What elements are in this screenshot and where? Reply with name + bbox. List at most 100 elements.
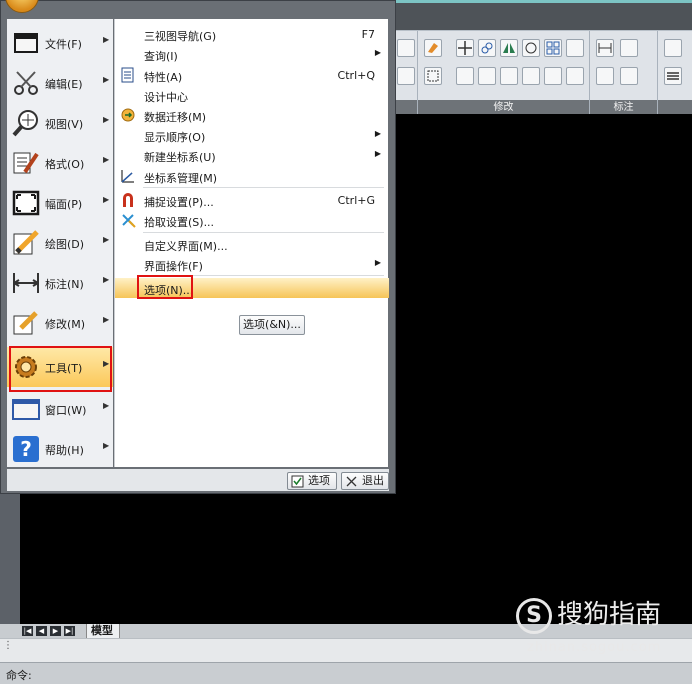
migrate-icon — [120, 107, 136, 123]
grip-icon[interactable]: ⋮ — [3, 641, 13, 651]
mirror-icon[interactable] — [500, 39, 518, 57]
pan-tool-icon[interactable] — [397, 67, 415, 85]
chevron-right-icon: ▶ — [374, 258, 381, 267]
menu-item-view[interactable]: 视图(V) ▶ — [7, 103, 113, 143]
help-icon: ? — [11, 434, 41, 464]
command-line[interactable]: 命令: — [0, 662, 692, 684]
menu-item-modify[interactable]: 修改(M) ▶ — [7, 303, 113, 343]
offset-icon[interactable] — [566, 39, 584, 57]
menu-item-format[interactable]: 格式(O) ▶ — [7, 143, 113, 183]
window-icon — [11, 394, 41, 424]
menu-item-snap-settings[interactable]: 捕捉设置(P)... Ctrl+G — [115, 190, 389, 210]
exit-button[interactable]: 退出 — [341, 472, 389, 490]
scissors-icon — [11, 68, 41, 98]
block-icon[interactable] — [664, 39, 682, 57]
modify-icon — [11, 308, 41, 338]
svg-text:?: ? — [20, 437, 32, 461]
rotate-icon[interactable] — [522, 39, 540, 57]
list-icon[interactable] — [664, 67, 682, 85]
trim-icon[interactable] — [456, 67, 474, 85]
menu-item-edit[interactable]: 编辑(E) ▶ — [7, 63, 113, 103]
zoom-tool-icon[interactable] — [397, 39, 415, 57]
menu-item-draw[interactable]: 绘图(D) ▶ — [7, 223, 113, 263]
zoom-icon — [11, 108, 41, 138]
menu-item-pick-settings[interactable]: 拾取设置(S)... — [115, 210, 389, 230]
next-tab-button[interactable]: ▶ — [50, 626, 61, 636]
dim-style-icon[interactable] — [620, 39, 638, 57]
last-tab-button[interactable]: ▶| — [64, 626, 75, 636]
ribbon-group-label-modify: 修改 — [418, 100, 589, 115]
menu-item-window[interactable]: 窗口(W) ▶ — [7, 389, 113, 429]
application-menu: 文件(F) ▶ 编辑(E) ▶ 视图(V) ▶ 格式(O) ▶ 幅面(P) ▶ 绘图(D)… — [0, 0, 396, 494]
close-icon — [345, 475, 358, 488]
tools-submenu: 三视图导航(G) F7 查询(I) ▶ 特性(A) Ctrl+Q 设计中心 数据迁移(… — [114, 19, 389, 467]
leader-icon[interactable] — [620, 67, 638, 85]
pencil-icon — [11, 228, 41, 258]
menu-item-sheet[interactable]: 幅面(P) ▶ — [7, 183, 113, 223]
array-icon[interactable] — [544, 39, 562, 57]
pick-icon — [120, 212, 136, 228]
menu-separator — [143, 187, 384, 188]
menu-item-properties[interactable]: 特性(A) Ctrl+Q — [115, 65, 389, 85]
chevron-right-icon: ▶ — [374, 149, 381, 158]
ribbon-group-modify: 修改 — [418, 31, 590, 115]
chevron-right-icon: ▶ — [374, 48, 381, 57]
options-button[interactable]: 选项 — [287, 472, 337, 490]
break-icon[interactable] — [500, 67, 518, 85]
ribbon-group-partial — [396, 31, 418, 115]
chevron-right-icon: ▶ — [103, 235, 110, 244]
menu-item-customize-ui[interactable]: 自定义界面(M)... — [115, 234, 389, 254]
menu-item-three-view-nav[interactable]: 三视图导航(G) F7 — [115, 24, 389, 44]
options-highlight-box — [137, 275, 193, 299]
chevron-right-icon: ▶ — [374, 129, 381, 138]
ribbon-group-dimension: 标注 — [590, 31, 658, 115]
ordinate-dim-icon[interactable] — [596, 67, 614, 85]
menu-separator — [143, 232, 384, 233]
fillet-icon[interactable] — [522, 67, 540, 85]
menu-item-help[interactable]: ? 帮助(H) ▶ — [7, 429, 113, 469]
shortcut-label: Ctrl+Q — [337, 69, 375, 82]
move-icon[interactable] — [456, 39, 474, 57]
erase-icon[interactable] — [424, 39, 442, 57]
menu-item-dimension[interactable]: 标注(N) ▶ — [7, 263, 113, 303]
chevron-right-icon: ▶ — [103, 401, 110, 410]
sogou-logo: S — [516, 598, 552, 634]
scale-icon[interactable] — [424, 67, 442, 85]
menu-main-list: 文件(F) ▶ 编辑(E) ▶ 视图(V) ▶ 格式(O) ▶ 幅面(P) ▶ 绘图(D)… — [7, 19, 113, 467]
dimension-icon — [11, 268, 41, 298]
ribbon-group-label-dimension: 标注 — [590, 100, 657, 115]
copy-icon[interactable] — [478, 39, 496, 57]
menu-item-new-ucs[interactable]: 新建坐标系(U) ▶ — [115, 145, 389, 165]
tab-model[interactable]: 模型 — [86, 624, 120, 638]
tools-highlight-box — [9, 346, 112, 392]
magnet-icon — [120, 192, 136, 208]
shortcut-label: Ctrl+G — [337, 194, 375, 207]
command-prompt-label: 命令: — [6, 669, 32, 682]
menu-item-data-migration[interactable]: 数据迁移(M) — [115, 105, 389, 125]
menu-item-file[interactable]: 文件(F) ▶ — [7, 23, 113, 63]
chevron-right-icon: ▶ — [103, 195, 110, 204]
explode-icon[interactable] — [566, 67, 584, 85]
chevron-right-icon: ▶ — [103, 115, 110, 124]
file-icon — [11, 28, 41, 58]
chevron-right-icon: ▶ — [103, 75, 110, 84]
chevron-right-icon: ▶ — [103, 315, 110, 324]
prev-tab-button[interactable]: ◀ — [36, 626, 47, 636]
ribbon-panel: 修改 标注 — [396, 30, 692, 115]
chevron-right-icon: ▶ — [103, 275, 110, 284]
menu-item-ui-operations[interactable]: 界面操作(F) ▶ — [115, 254, 389, 274]
menu-item-display-order[interactable]: 显示顺序(O) ▶ — [115, 125, 389, 145]
first-tab-button[interactable]: |◀ — [22, 626, 33, 636]
watermark-title: 搜狗指南 — [557, 600, 662, 630]
menu-item-query[interactable]: 查询(I) ▶ — [115, 44, 389, 64]
chevron-right-icon: ▶ — [103, 155, 110, 164]
menu-footer: 选项 退出 — [7, 469, 389, 491]
format-icon — [11, 148, 41, 178]
chamfer-icon[interactable] — [544, 67, 562, 85]
application-button-icon[interactable] — [5, 0, 39, 13]
menu-item-ucs-manager[interactable]: 坐标系管理(M) — [115, 166, 389, 186]
linear-dim-icon[interactable] — [596, 39, 614, 57]
menu-item-design-center[interactable]: 设计中心 — [115, 85, 389, 105]
options-shortcut-button[interactable]: 选项(&N)... — [239, 315, 305, 335]
extend-icon[interactable] — [478, 67, 496, 85]
